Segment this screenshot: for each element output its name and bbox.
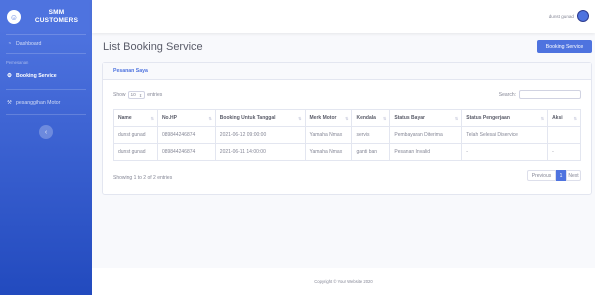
cell-merk-motor: Yamaha Nmax: [304, 143, 353, 161]
footer: Copyright © Your Website 2020: [92, 268, 595, 295]
table-info: Showing 1 to 2 of 2 entries: [113, 175, 173, 181]
column-header-no-hp[interactable]: No.HP ⇅: [156, 109, 216, 127]
wrench-icon: ⚒: [7, 100, 12, 106]
booking-service-button[interactable]: Booking Service: [537, 40, 592, 53]
bookings-table: Name ⇅ No.HP ⇅ Booking Untuk Tanggal ⇅ Merk…: [113, 109, 581, 161]
cell-status-bayar: Pesanan Invalid: [389, 143, 463, 161]
pagination-next-button[interactable]: Next: [566, 170, 581, 181]
column-header-kendala[interactable]: Kendala ⇅: [351, 109, 391, 127]
cell-name: dunst gunad: [113, 143, 158, 161]
user-dropdown[interactable]: dunst gunad: [549, 10, 589, 22]
cell-aksi: -: [547, 143, 581, 161]
brand-line-2: CUSTOMERS: [34, 17, 79, 24]
pagination-page-button[interactable]: 1: [556, 170, 566, 181]
table-header-row: Name ⇅ No.HP ⇅ Booking Untuk Tanggal ⇅ Merk…: [113, 109, 581, 127]
cell-status-pengerjaan: Telah Selesai Diservice: [461, 126, 549, 144]
sort-icon: ⇅: [573, 116, 577, 121]
pagination-previous-button[interactable]: Previous: [527, 170, 556, 181]
cell-booking-tanggal: 2021-06-12 09:00:00: [214, 126, 306, 144]
card-title: Pesanan Saya: [103, 63, 591, 80]
brand-line-1: SMM: [48, 9, 65, 16]
chevron-down-icon: ⇕: [138, 92, 143, 98]
search-input[interactable]: [519, 90, 581, 99]
sort-icon: ⇅: [540, 116, 545, 121]
sort-icon: ⇅: [454, 116, 459, 121]
brand-text: SMM CUSTOMERS: [21, 9, 92, 25]
cell-no-hp: 089844246874: [156, 126, 216, 144]
search-label: Search:: [498, 91, 516, 98]
sidebar-item-label: Booking Service: [16, 73, 57, 79]
smile-icon: ☺: [7, 10, 21, 24]
sidebar-brand[interactable]: ☺ SMM CUSTOMERS: [0, 0, 92, 34]
cell-no-hp: 089844246874: [156, 143, 216, 161]
cell-status-bayar: Pembayaran Diterima: [389, 126, 463, 144]
page-title: List Booking Service: [103, 41, 203, 53]
cell-merk-motor: Yamaha Nmax: [304, 126, 353, 144]
sidebar-heading: Pemesanan: [6, 60, 29, 65]
show-suffix: entries: [147, 92, 163, 98]
column-header-status-bayar[interactable]: Status Bayar ⇅: [389, 109, 463, 127]
cell-aksi: [547, 126, 581, 144]
entries-select-value: 10: [130, 92, 136, 98]
gear-icon: ⚙: [7, 73, 12, 79]
entries-select[interactable]: 10 ⇕: [127, 91, 146, 99]
chevron-left-icon: ‹: [44, 128, 48, 136]
sidebar-item-label: pesanggihan Motor: [16, 100, 61, 106]
sidebar-divider: [6, 89, 86, 90]
cell-name: dunst gunad: [113, 126, 158, 144]
topbar: dunst gunad: [92, 0, 595, 33]
bookings-card: Pesanan Saya Show 10 ⇕ entries Search: N…: [102, 62, 592, 195]
sidebar-toggle-button[interactable]: ‹: [39, 125, 53, 139]
sidebar-item-booking-service[interactable]: ⚙ Booking Service: [0, 67, 92, 85]
pagination: Previous 1 Next: [527, 170, 581, 181]
column-header-booking-tanggal[interactable]: Booking Untuk Tanggal ⇅: [214, 109, 306, 127]
copyright-text: Copyright © Your Website 2020: [314, 279, 373, 284]
sort-icon: ⇅: [298, 116, 302, 121]
sidebar-divider: [6, 114, 86, 115]
table-row: dunst gunad 089844246874 2021-06-12 09:0…: [113, 126, 581, 144]
column-header-status-pengerjaan[interactable]: Status Pengerjaan ⇅: [461, 109, 549, 127]
sort-icon: ⇅: [345, 116, 349, 121]
cell-status-pengerjaan: -: [461, 143, 549, 161]
entries-length-control: Show 10 ⇕ entries: [113, 91, 162, 99]
table-controls: Show 10 ⇕ entries Search:: [113, 90, 581, 100]
gauge-icon: ◔: [7, 41, 12, 47]
column-header-name[interactable]: Name ⇅: [113, 109, 158, 127]
avatar: [577, 10, 589, 22]
sort-icon: ⇅: [208, 116, 212, 121]
user-name: dunst gunad: [548, 13, 574, 19]
cell-booking-tanggal: 2021-06-11 14:00:00: [214, 143, 306, 161]
cell-kendala: servis: [351, 126, 391, 144]
sidebar-item-pesanggihan-motor[interactable]: ⚒ pesanggihan Motor: [0, 94, 92, 112]
sort-icon: ⇅: [383, 116, 387, 121]
search-control: Search:: [499, 90, 581, 99]
sidebar-item-label: Dashboard: [16, 41, 42, 47]
cell-kendala: ganti ban: [351, 143, 391, 161]
sidebar-item-dashboard[interactable]: ◔ Dashboard: [0, 35, 92, 53]
column-header-merk-motor[interactable]: Merk Motor ⇅: [304, 109, 353, 127]
sidebar: ☺ SMM CUSTOMERS ◔ Dashboard Pemesanan ⚙ …: [0, 0, 92, 295]
sort-icon: ⇅: [150, 116, 154, 121]
column-header-aksi[interactable]: Aksi ⇅: [547, 109, 581, 127]
table-row: dunst gunad 089844246874 2021-06-11 14:0…: [113, 143, 581, 161]
show-prefix: Show: [113, 92, 126, 98]
